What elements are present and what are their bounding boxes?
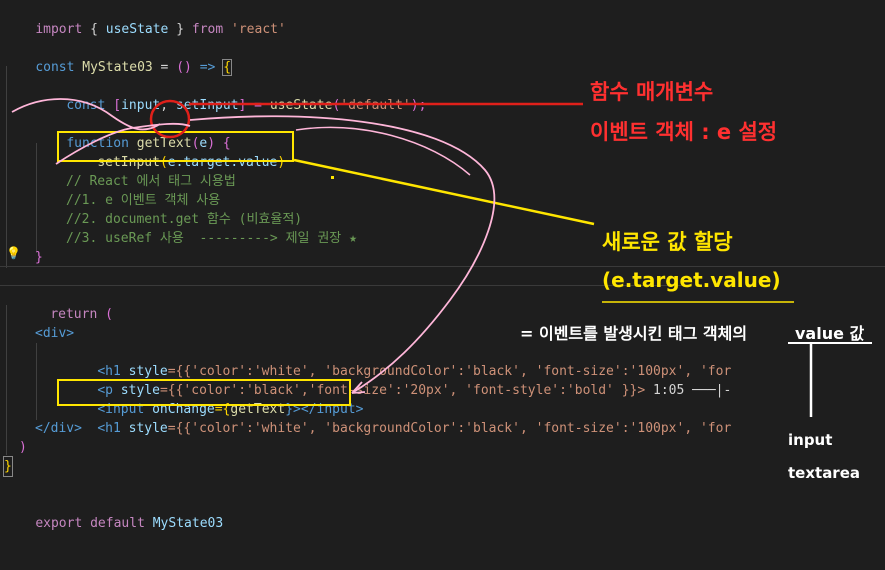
annotation-assign-value: 새로운 값 할당: [602, 230, 733, 254]
pink-scribble-arrow: [189, 115, 496, 394]
annotation-target-value: (e.target.value): [602, 268, 781, 292]
red-circle-param: [149, 99, 191, 139]
pink-scribble-arrow: [295, 126, 471, 176]
pink-arrowhead: [351, 381, 366, 394]
annotation-textarea-label: textarea: [788, 464, 861, 482]
annotation-event-object: 이벤트 객체 : e 설정: [590, 120, 778, 144]
annotation-definition: = 이벤트를 발생시킨 태그 객체의: [520, 324, 748, 343]
pink-scribble-arrow: [55, 122, 191, 165]
yellow-dot: [331, 176, 334, 179]
annotation-value-label: value 값: [795, 324, 865, 343]
annotation-param-title: 함수 매개변수: [590, 80, 714, 104]
annotation-input-label: input: [788, 431, 833, 449]
yellow-pointer-line: [293, 158, 595, 226]
pink-scribble-arrow: [11, 98, 161, 131]
